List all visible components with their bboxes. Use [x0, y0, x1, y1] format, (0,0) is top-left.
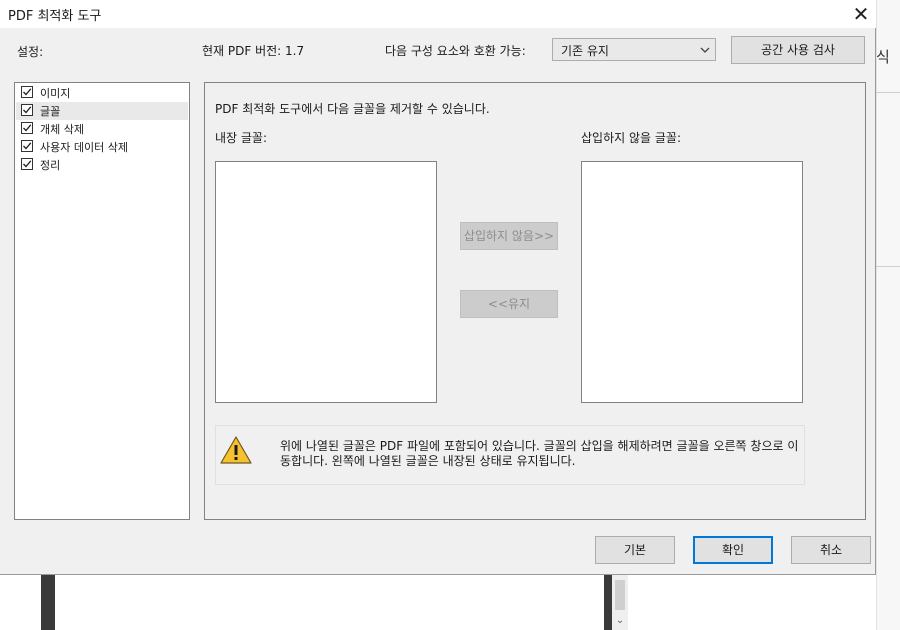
scroll-down-arrow-icon[interactable]: ⌄: [612, 612, 628, 630]
background-document-edge-left: [41, 575, 55, 630]
default-button[interactable]: 기본: [595, 536, 675, 564]
embedded-fonts-list[interactable]: [215, 161, 437, 403]
panel-description: PDF 최적화 도구에서 다음 글꼴을 제거할 수 있습니다.: [215, 102, 490, 116]
compatibility-dropdown-value: 기존 유지: [561, 44, 609, 58]
settings-label: 설정:: [17, 45, 44, 59]
checkbox-fonts[interactable]: [21, 104, 33, 116]
background-right-panel: [876, 0, 900, 630]
fonts-to-unembed-list[interactable]: [581, 161, 803, 403]
dialog-titlebar[interactable]: [0, 0, 876, 28]
dialog-title: PDF 최적화 도구: [8, 9, 102, 24]
unembed-button[interactable]: 삽입하지 않음>>: [460, 222, 558, 250]
background-right-text: 식: [876, 48, 890, 66]
settings-item-label: 정리: [40, 159, 61, 172]
pdf-version-text: 현재 PDF 버전: 1.7: [202, 44, 305, 58]
warning-triangle-icon: [219, 435, 253, 465]
chevron-down-icon: [699, 40, 711, 63]
compatibility-label: 다음 구성 요소와 호환 가능:: [385, 44, 526, 58]
settings-item-discard-user-data[interactable]: 사용자 데이터 삭제: [16, 138, 188, 156]
settings-item-clean-up[interactable]: 정리: [16, 156, 188, 174]
background-document-edge-right: [604, 575, 612, 630]
settings-item-label: 글꼴: [40, 105, 61, 118]
background-scroll-thumb[interactable]: [615, 580, 625, 610]
checkbox-discard-objects[interactable]: [21, 122, 33, 134]
checkbox-discard-user-data[interactable]: [21, 140, 33, 152]
settings-item-fonts[interactable]: 글꼴: [16, 102, 188, 120]
background-divider: [876, 92, 900, 93]
fonts-to-unembed-label: 삽입하지 않을 글꼴:: [581, 131, 681, 145]
audit-space-usage-button[interactable]: 공간 사용 검사: [731, 36, 865, 64]
close-icon[interactable]: ✕: [846, 0, 876, 28]
cancel-button[interactable]: 취소: [791, 536, 871, 564]
settings-item-label: 사용자 데이터 삭제: [40, 141, 128, 154]
settings-item-images[interactable]: 이미지: [16, 84, 188, 102]
retain-button[interactable]: <<유지: [460, 290, 558, 318]
compatibility-dropdown[interactable]: 기존 유지: [552, 38, 716, 61]
background-divider: [876, 266, 900, 267]
settings-item-label: 이미지: [40, 87, 71, 100]
ok-button[interactable]: 확인: [693, 536, 773, 564]
embedded-fonts-label: 내장 글꼴:: [215, 131, 268, 145]
checkbox-images[interactable]: [21, 86, 33, 98]
settings-list: 이미지 글꼴 개체 삭제 사용자 데이터 삭제 정리: [14, 82, 190, 520]
checkbox-clean-up[interactable]: [21, 158, 33, 170]
settings-item-label: 개체 삭제: [40, 123, 84, 136]
warning-text: 위에 나열된 글꼴은 PDF 파일에 포함되어 있습니다. 글꼴의 삽입을 해제…: [280, 439, 799, 468]
settings-item-discard-objects[interactable]: 개체 삭제: [16, 120, 188, 138]
